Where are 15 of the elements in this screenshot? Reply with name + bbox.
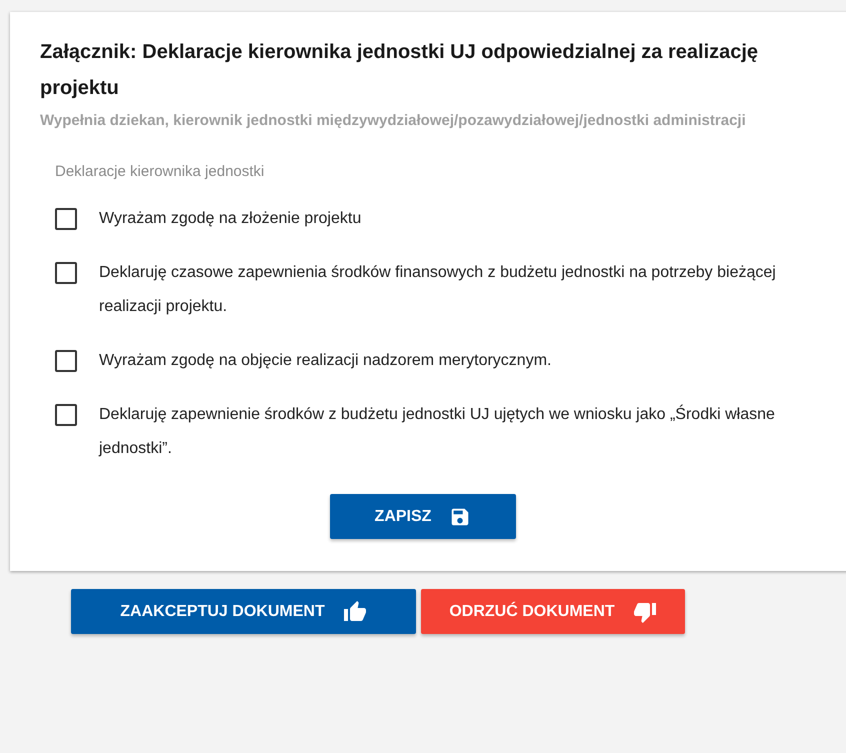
reject-button[interactable]: ODRZUĆ DOKUMENT (421, 589, 685, 634)
card-title: Załącznik: Deklaracje kierownika jednostki UJ odpowiedzialnej za realizację projektu (40, 40, 760, 101)
thumbs-up-icon (342, 600, 367, 624)
card-subtitle: Wypełnia dziekan, kierownik jednostki międzywydziałowej/pozawydziałowej/jednostki administracji (40, 111, 747, 131)
checkbox[interactable] (55, 350, 77, 372)
checkbox-label: Wyrażam zgodę na złożenie projektu (99, 209, 362, 229)
checkbox-label: Wyrażam zgodę na objęcie realizacji nadzorem merytorycznym. (99, 351, 552, 371)
section-label: Deklaracje kierownika jednostki (55, 163, 266, 180)
checkbox[interactable] (55, 404, 77, 426)
accept-button[interactable]: ZAAKCEPTUJ DOKUMENT (71, 589, 416, 634)
save-button[interactable]: ZAPISZ (330, 494, 516, 539)
checkbox[interactable] (55, 208, 77, 230)
checkbox-label: Deklaruję zapewnienie środków z budżetu jednostki UJ ujętych we wniosku jako „Środki własne jednostki”. (99, 404, 776, 459)
checkbox-label: Deklaruję czasowe zapewnienia środków finansowych z budżetu jednostki na potrzeby bieżącej realizacji projektu. (99, 263, 777, 317)
checkbox[interactable] (55, 262, 77, 284)
